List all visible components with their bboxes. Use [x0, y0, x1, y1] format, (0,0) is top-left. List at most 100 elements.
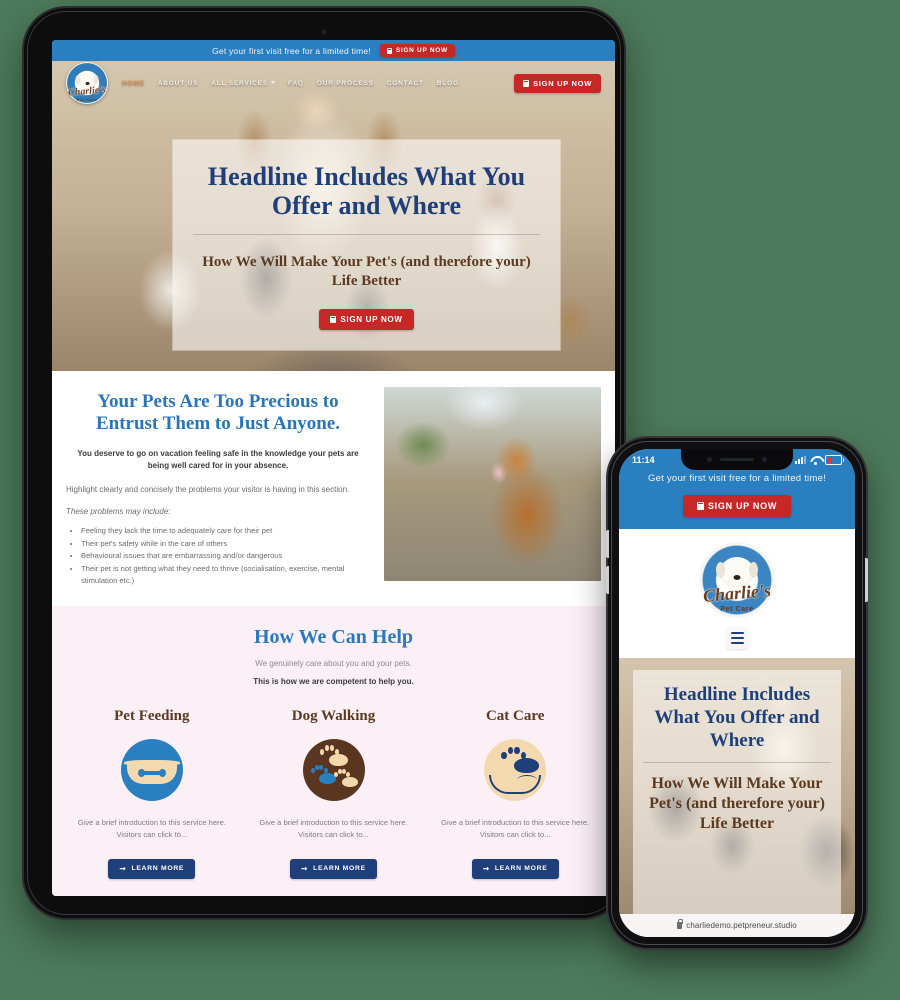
earpiece-speaker-icon: [720, 457, 754, 462]
learn-more-label: LEARN MORE: [131, 865, 185, 873]
header-nav-bar: Charlie's Pet Care HOME ABOUT US ALL SER…: [52, 61, 615, 105]
learn-more-button-pet-feeding[interactable]: ➞ LEARN MORE: [108, 859, 196, 879]
tablet-camera-icon: [321, 29, 327, 35]
hero-signup-button[interactable]: SIGN UP NOW: [319, 308, 414, 330]
logo-wordmark: Charlie's: [702, 580, 772, 606]
list-item: Behavioural issues that are embarrassing…: [81, 550, 370, 563]
service-title: Pet Feeding: [114, 707, 190, 724]
header-signup-label: SIGN UP NOW: [533, 78, 592, 88]
learn-more-button-cat-care[interactable]: ➞ LEARN MORE: [471, 859, 559, 879]
phone-signup-label: SIGN UP NOW: [707, 501, 778, 511]
battery-icon: [825, 454, 844, 465]
help-heading: How We Can Help: [253, 625, 414, 648]
phone-hero-section: Headline Includes What You Offer and Whe…: [619, 658, 855, 926]
url-text: charliedemo.petpreneur.studio: [686, 921, 797, 930]
nav-item-contact[interactable]: CONTACT: [387, 80, 424, 87]
nav-item-all-services-label: ALL SERVICES: [211, 79, 268, 87]
front-camera-icon: [707, 457, 712, 462]
phone-screen: 11:14 Get your first visit free for a li…: [619, 449, 855, 937]
list-item: Their pet's safety while in the care of …: [81, 538, 370, 551]
sensor-icon: [762, 457, 767, 462]
service-card-cat-care: Cat Care Give a brief introduction to th…: [429, 708, 601, 879]
learn-more-label: LEARN MORE: [313, 865, 366, 873]
browser-url-bar[interactable]: charliedemo.petpreneur.studio: [619, 914, 855, 937]
nav-item-faq[interactable]: FAQ: [288, 80, 304, 87]
dog-nose-icon: [733, 575, 741, 581]
service-copy: Give a brief introduction to this servic…: [259, 817, 408, 840]
calendar-icon: [696, 502, 704, 510]
phone-hero-subheadline: How We Will Make Your Pet's (and therefo…: [649, 774, 825, 832]
service-title: Dog Walking: [291, 707, 376, 724]
power-button[interactable]: [865, 558, 868, 602]
phone-brand-logo[interactable]: Charlie's Pet Care: [699, 542, 775, 618]
hamburger-menu-icon[interactable]: [726, 627, 748, 649]
arrow-right-icon: ➞: [119, 864, 127, 873]
paw-print-1: [319, 744, 348, 766]
main-navigation: HOME ABOUT US ALL SERVICES FAQ OUR PROCE…: [122, 80, 514, 87]
paw-prints-icon: [302, 738, 365, 801]
calendar-icon: [386, 47, 392, 54]
logo-subtext: Pet Care: [76, 97, 98, 102]
hero-headline: Headline Includes What You Offer and Whe…: [207, 162, 526, 221]
tablet-device: Get your first visit free for a limited …: [24, 8, 624, 918]
precious-lead: You deserve to go on vacation feeling sa…: [77, 448, 359, 471]
list-item: Feeling they lack the time to adequately…: [81, 525, 370, 538]
wifi-icon: [810, 456, 821, 465]
precious-section: Your Pets Are Too Precious to Entrust Th…: [52, 371, 615, 606]
nav-item-blog[interactable]: BLOG: [437, 80, 459, 87]
dog-bowl-icon: [120, 738, 183, 801]
arrow-right-icon: ➞: [482, 864, 490, 873]
paw-in-hand-icon: [484, 738, 547, 801]
phone-notch: [681, 449, 793, 470]
phone-hero-headline: Headline Includes What You Offer and Whe…: [654, 684, 820, 752]
nav-item-home[interactable]: HOME: [122, 80, 145, 87]
hero-divider: [193, 234, 540, 236]
lock-icon: [677, 918, 684, 929]
paw-print-3: [333, 768, 358, 787]
phone-signup-button[interactable]: SIGN UP NOW: [682, 495, 792, 517]
precious-text-column: Your Pets Are Too Precious to Entrust Th…: [66, 387, 370, 588]
hero-signup-label: SIGN UP NOW: [340, 314, 403, 324]
phone-logo-bar: Charlie's Pet Care: [619, 529, 855, 658]
chevron-down-icon: [270, 80, 275, 84]
phone-hero-text-card: Headline Includes What You Offer and Whe…: [633, 670, 841, 922]
learn-more-label: LEARN MORE: [494, 865, 548, 873]
calendar-icon: [523, 79, 530, 87]
service-cards: Pet Feeding Give a brief introduction to…: [66, 708, 601, 879]
service-card-pet-feeding: Pet Feeding Give a brief introduction to…: [66, 708, 238, 879]
volume-up-button[interactable]: [606, 530, 609, 558]
service-card-dog-walking: Dog Walking Give a brief introduction to…: [248, 708, 420, 879]
list-item: Their pet is not getting what they need …: [81, 563, 370, 588]
calendar-icon: [330, 315, 337, 323]
tablet-promo-bar: Get your first visit free for a limited …: [52, 40, 615, 61]
paw-print-2: [310, 764, 336, 784]
volume-down-button[interactable]: [606, 566, 609, 594]
arrow-right-icon: ➞: [301, 864, 309, 873]
nav-item-all-services[interactable]: ALL SERVICES: [211, 80, 275, 87]
precious-list-intro: These problems may include:: [66, 507, 171, 517]
precious-heading: Your Pets Are Too Precious to Entrust Th…: [95, 391, 341, 435]
service-copy: Give a brief introduction to this servic…: [77, 817, 226, 840]
help-subtitle-secondary: This is how we are competent to help you…: [253, 676, 414, 686]
logo-subtext: Pet Care: [720, 606, 754, 613]
paw-print-large: [501, 746, 539, 773]
precious-dog-photo: [384, 387, 601, 581]
nav-item-our-process[interactable]: OUR PROCESS: [317, 80, 374, 87]
how-we-can-help-section: How We Can Help We genuinely care about …: [52, 605, 615, 896]
status-time: 11:14: [632, 454, 655, 465]
nav-item-about-us[interactable]: ABOUT US: [158, 80, 198, 87]
learn-more-button-dog-walking[interactable]: ➞ LEARN MORE: [290, 859, 377, 879]
signal-icon: [795, 455, 806, 464]
hand-fingers-icon: [517, 774, 538, 785]
header-signup-button[interactable]: SIGN UP NOW: [514, 73, 601, 93]
bone-icon: [137, 768, 166, 777]
service-title: Cat Care: [485, 707, 545, 724]
promo-signup-button[interactable]: SIGN UP NOW: [379, 44, 455, 57]
service-copy: Give a brief introduction to this servic…: [441, 817, 590, 840]
promo-signup-label: SIGN UP NOW: [395, 47, 448, 54]
hero-section: Charlie's Pet Care HOME ABOUT US ALL SER…: [52, 61, 615, 371]
precious-problem-list: Feeling they lack the time to adequately…: [66, 525, 370, 588]
brand-logo[interactable]: Charlie's Pet Care: [66, 62, 108, 104]
hero-subheadline: How We Will Make Your Pet's (and therefo…: [202, 254, 531, 289]
phone-device: 11:14 Get your first visit free for a li…: [606, 438, 868, 948]
